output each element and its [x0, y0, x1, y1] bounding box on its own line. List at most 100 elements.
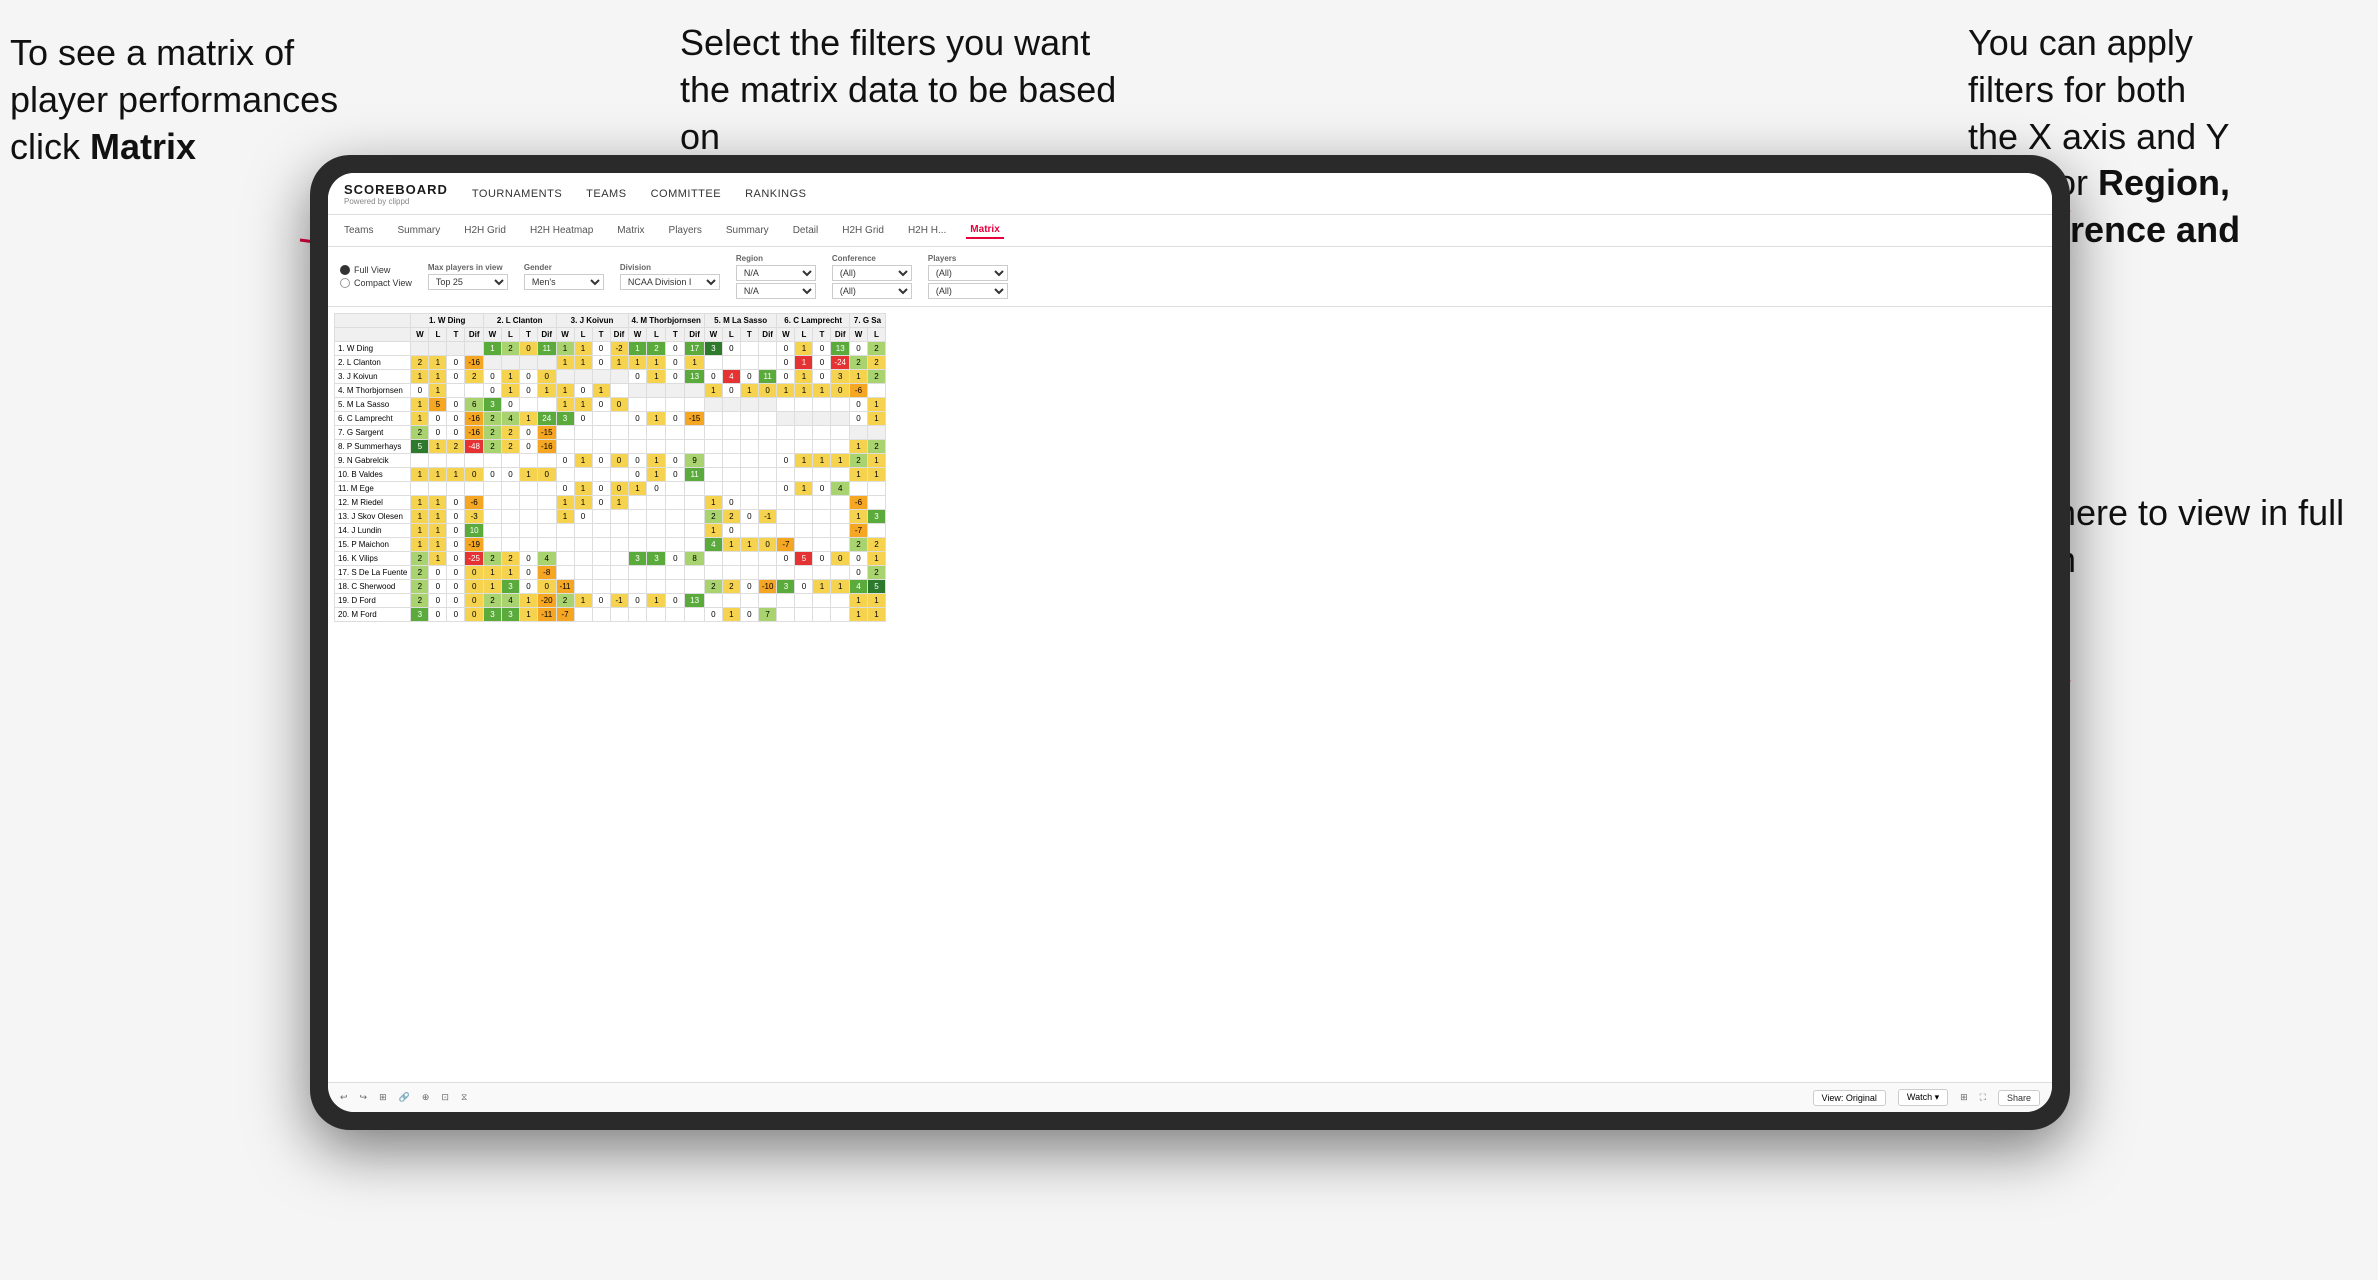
tab-summary[interactable]: Summary: [393, 223, 444, 238]
matrix-cell: 1: [556, 384, 574, 398]
nav-rankings[interactable]: RANKINGS: [745, 188, 806, 200]
tab-players[interactable]: Players: [665, 223, 706, 238]
matrix-cell: 0: [429, 412, 447, 426]
tab-h2h-grid[interactable]: H2H Grid: [460, 223, 510, 238]
matrix-cell: 0: [519, 342, 537, 356]
matrix-cell: 1: [411, 398, 429, 412]
matrix-cell: [758, 426, 777, 440]
nav-items: TOURNAMENTS TEAMS COMMITTEE RANKINGS: [472, 188, 807, 200]
tab-h2h-grid2[interactable]: H2H Grid: [838, 223, 888, 238]
max-players-select[interactable]: Top 25: [428, 274, 508, 290]
matrix-cell: 1: [628, 342, 647, 356]
view-original-button[interactable]: View: Original: [1813, 1090, 1886, 1106]
toolbar-icon2[interactable]: 🔗: [399, 1092, 410, 1103]
matrix-table-container[interactable]: 1. W Ding 2. L Clanton 3. J Koivun 4. M …: [328, 307, 2052, 1082]
matrix-cell: [813, 524, 831, 538]
matrix-cell: [740, 482, 758, 496]
matrix-cell: 0: [519, 566, 537, 580]
matrix-cell: [666, 496, 685, 510]
matrix-cell: [867, 384, 885, 398]
matrix-cell: 2: [867, 342, 885, 356]
player-name-cell: 12. M Riedel: [335, 496, 411, 510]
toolbar-icon4[interactable]: ⊡: [441, 1092, 449, 1103]
share-button[interactable]: Share: [1998, 1090, 2040, 1106]
matrix-cell: 0: [666, 468, 685, 482]
matrix-cell: [758, 566, 777, 580]
matrix-cell: 2: [483, 440, 501, 454]
matrix-cell: 0: [447, 398, 465, 412]
table-row: 16. K Vilips210-2522043308050001: [335, 552, 886, 566]
tab-h2h-h[interactable]: H2H H...: [904, 223, 950, 238]
matrix-cell: 1: [519, 594, 537, 608]
matrix-cell: -7: [556, 608, 574, 622]
matrix-cell: [592, 538, 610, 552]
division-select[interactable]: NCAA Division I: [620, 274, 720, 290]
nav-committee[interactable]: COMMITTEE: [651, 188, 722, 200]
matrix-cell: 0: [556, 482, 574, 496]
col-d6: Dif: [831, 328, 850, 342]
gender-select[interactable]: Men's: [524, 274, 604, 290]
logo-sub: Powered by clippd: [344, 197, 448, 206]
matrix-cell: -7: [777, 538, 795, 552]
toolbar-icon3[interactable]: ⊕: [422, 1092, 430, 1103]
matrix-cell: 7: [758, 608, 777, 622]
matrix-cell: [758, 468, 777, 482]
matrix-cell: [628, 524, 647, 538]
matrix-cell: 17: [685, 342, 705, 356]
region-select2[interactable]: N/A: [736, 283, 816, 299]
matrix-cell: [429, 342, 447, 356]
matrix-cell: [831, 440, 850, 454]
tab-players-summary[interactable]: Summary: [722, 223, 773, 238]
tab-matrix[interactable]: Matrix: [613, 223, 648, 238]
col-d3: Dif: [610, 328, 628, 342]
toolbar-icon7[interactable]: ⛶: [1980, 1092, 1986, 1103]
matrix-cell: [610, 552, 628, 566]
matrix-cell: [795, 412, 813, 426]
region-select[interactable]: N/A: [736, 265, 816, 281]
matrix-cell: 1: [429, 538, 447, 552]
matrix-cell: [777, 496, 795, 510]
matrix-cell: 2: [501, 552, 519, 566]
matrix-cell: 0: [758, 384, 777, 398]
table-row: 3. J Koivun110201000101304011010312: [335, 370, 886, 384]
players-select2[interactable]: (All): [928, 283, 1008, 299]
toolbar-redo[interactable]: ↪: [360, 1092, 368, 1103]
col-l5: L: [722, 328, 740, 342]
matrix-cell: 2: [501, 426, 519, 440]
player-name-cell: 8. P Summerhays: [335, 440, 411, 454]
toolbar-undo[interactable]: ↩: [340, 1092, 348, 1103]
toolbar-icon5[interactable]: ⧖: [461, 1092, 467, 1103]
toolbar-icon1[interactable]: ⊞: [379, 1092, 387, 1103]
matrix-cell: [685, 608, 705, 622]
full-view-radio[interactable]: [340, 265, 350, 275]
player-name-cell: 7. G Sargent: [335, 426, 411, 440]
compact-view-radio[interactable]: [340, 278, 350, 288]
compact-view-option[interactable]: Compact View: [340, 278, 412, 288]
matrix-cell: [777, 608, 795, 622]
matrix-cell: 1: [831, 580, 850, 594]
tab-detail[interactable]: Detail: [789, 223, 823, 238]
tab-h2h-heatmap[interactable]: H2H Heatmap: [526, 223, 597, 238]
conference-select1[interactable]: (All): [832, 265, 912, 281]
matrix-cell: 1: [722, 538, 740, 552]
matrix-cell: 2: [465, 370, 484, 384]
watch-button[interactable]: Watch ▾: [1898, 1089, 1948, 1106]
matrix-cell: -16: [465, 412, 484, 426]
full-view-option[interactable]: Full View: [340, 265, 412, 275]
matrix-cell: [795, 608, 813, 622]
matrix-cell: [740, 398, 758, 412]
tab-teams[interactable]: Teams: [340, 223, 377, 238]
nav-teams[interactable]: TEAMS: [586, 188, 626, 200]
matrix-cell: 0: [666, 412, 685, 426]
matrix-cell: 0: [628, 370, 647, 384]
players-select1[interactable]: (All): [928, 265, 1008, 281]
nav-tournaments[interactable]: TOURNAMENTS: [472, 188, 562, 200]
matrix-cell: 2: [867, 370, 885, 384]
matrix-cell: 1: [501, 370, 519, 384]
matrix-cell: [447, 482, 465, 496]
toolbar-icon6[interactable]: ⊞: [1960, 1092, 1968, 1103]
col-w2: W: [483, 328, 501, 342]
matrix-cell: [647, 510, 666, 524]
conference-select2[interactable]: (All): [832, 283, 912, 299]
tab-matrix-active[interactable]: Matrix: [966, 222, 1003, 239]
